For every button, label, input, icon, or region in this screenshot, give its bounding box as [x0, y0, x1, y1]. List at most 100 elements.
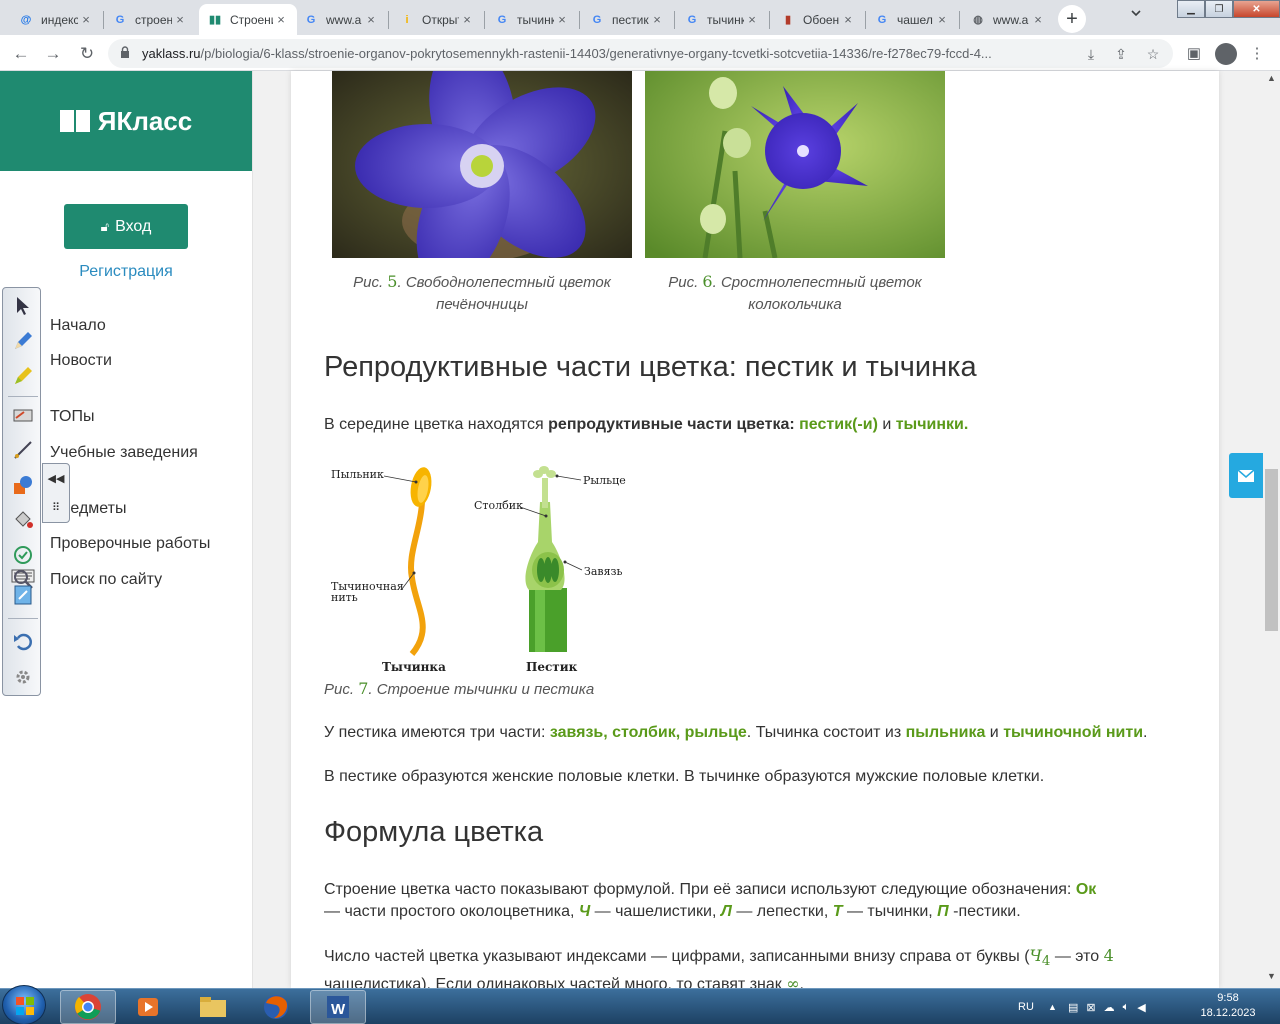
- taskbar-firefox[interactable]: [248, 990, 304, 1024]
- maximize-button[interactable]: ❐: [1205, 0, 1233, 18]
- close-tab-icon[interactable]: ×: [840, 12, 856, 27]
- close-tab-icon[interactable]: ×: [172, 12, 188, 27]
- tab-search-icon[interactable]: [1129, 6, 1147, 24]
- label-pistil: Пестик: [526, 660, 578, 674]
- palette-collapse-tab[interactable]: ◀◀ ⠿: [42, 463, 70, 523]
- close-tab-icon[interactable]: ×: [554, 12, 570, 27]
- tab-0[interactable]: @ индекс ×: [10, 4, 102, 35]
- sidebar-item-start[interactable]: Начало: [50, 317, 106, 335]
- taskbar-explorer[interactable]: [185, 990, 241, 1024]
- tab-8[interactable]: ▮ Обоен ×: [772, 4, 864, 35]
- notes-icon[interactable]: [10, 582, 36, 608]
- volume-icon[interactable]: ◀︎: [1137, 1001, 1145, 1014]
- liverwort-flower-photo: [332, 71, 632, 258]
- svg-text:W: W: [331, 1001, 346, 1018]
- taskbar-chrome[interactable]: [60, 990, 116, 1024]
- tab-title: индекс: [41, 12, 78, 27]
- tab-7[interactable]: Gтычинк ×: [676, 4, 768, 35]
- close-tab-icon[interactable]: ×: [649, 12, 665, 27]
- page-scrollbar[interactable]: ▲ ▼: [1263, 71, 1280, 988]
- minimize-button[interactable]: ▁: [1177, 0, 1205, 18]
- security-icon[interactable]: ⊠: [1086, 1001, 1095, 1014]
- tab-3[interactable]: Gwww.a ×: [295, 4, 387, 35]
- close-tab-icon[interactable]: ×: [1030, 12, 1046, 27]
- figure-7-caption: Рис. 7. Строение тычинки и пестика: [324, 679, 595, 698]
- sidebar-item-search[interactable]: Поиск по сайту: [50, 571, 162, 589]
- fill-icon[interactable]: [10, 507, 36, 533]
- scroll-thumb[interactable]: [1265, 469, 1278, 631]
- annotation-palette: [2, 287, 41, 696]
- start-button[interactable]: [2, 985, 46, 1024]
- address-bar[interactable]: yaklass.ru/p/biologia/6-klass/stroenie-o…: [108, 39, 1173, 68]
- chrome-icon: [75, 994, 101, 1020]
- sync-icon[interactable]: ☁: [1104, 1001, 1115, 1014]
- sidebar-item-news[interactable]: Новости: [50, 352, 112, 370]
- login-button[interactable]: 🔓︎ Вход: [64, 204, 188, 249]
- sidebar-item-schools[interactable]: Учебные заведения: [50, 444, 198, 462]
- back-button[interactable]: ←: [10, 43, 32, 65]
- label-style: Столбик: [474, 499, 523, 512]
- register-link[interactable]: Регистрация: [0, 263, 252, 281]
- bookmark-star-icon[interactable]: ☆: [1143, 44, 1163, 64]
- taskbar-media-player[interactable]: [120, 990, 176, 1024]
- close-tab-icon[interactable]: ×: [78, 12, 94, 27]
- label-filament-2: нить: [331, 591, 358, 604]
- tray-expand-icon[interactable]: ▲: [1048, 989, 1057, 1024]
- close-window-button[interactable]: ✕: [1233, 0, 1280, 18]
- tab-5[interactable]: Gтычинк ×: [486, 4, 578, 35]
- close-tab-icon[interactable]: ×: [934, 12, 950, 27]
- network-icon[interactable]: ▤: [1068, 1001, 1078, 1014]
- shapes-icon[interactable]: [10, 472, 36, 498]
- tab-2[interactable]: ▮▮ Строение×: [199, 4, 297, 35]
- label-stigma: Рыльце: [583, 474, 626, 487]
- pen-icon[interactable]: [10, 328, 36, 354]
- profile-avatar[interactable]: [1215, 43, 1237, 65]
- pointer-icon[interactable]: [10, 293, 36, 319]
- yaklass-logo[interactable]: ЯКласс: [0, 71, 252, 171]
- side-panel-icon[interactable]: ▣: [1183, 42, 1205, 64]
- sidebar-item-tests[interactable]: Проверочные работы: [50, 535, 210, 553]
- tab-10[interactable]: ◍ www.a ×: [962, 4, 1054, 35]
- settings-icon[interactable]: [10, 664, 36, 690]
- windows-taskbar: W RU ▲ ▤ ⊠ ☁ 🔈︎ ◀︎ 9:58 18.12.2023: [0, 985, 1280, 1024]
- new-tab-button[interactable]: +: [1058, 5, 1086, 33]
- close-tab-icon[interactable]: ×: [459, 12, 475, 27]
- feedback-mail-button[interactable]: [1229, 453, 1263, 498]
- share-icon[interactable]: ⇪: [1111, 44, 1131, 64]
- highlighter-icon[interactable]: [10, 363, 36, 389]
- google-icon: G: [497, 13, 507, 26]
- scroll-down-icon[interactable]: ▼: [1263, 971, 1280, 985]
- scroll-up-icon[interactable]: ▲: [1263, 73, 1280, 87]
- taskbar-word[interactable]: W: [310, 990, 366, 1024]
- lock-icon: [121, 46, 129, 58]
- tab-title: www.a: [326, 12, 362, 27]
- menu-icon[interactable]: ⋮: [1246, 42, 1268, 64]
- firefox-icon: [264, 995, 288, 1019]
- tab-4[interactable]: i Открыт ×: [391, 4, 483, 35]
- reload-button[interactable]: ↻: [76, 43, 98, 65]
- line-tool-icon[interactable]: [10, 437, 36, 463]
- close-tab-icon[interactable]: ×: [744, 12, 760, 27]
- tab-title: Открыт: [422, 12, 459, 27]
- tab-1[interactable]: Gстроение×: [104, 4, 196, 35]
- tab-separator: [769, 11, 770, 29]
- install-icon[interactable]: ⤓: [1081, 44, 1101, 64]
- undo-icon[interactable]: [10, 628, 36, 654]
- speaker-icon[interactable]: 🔈︎: [1123, 1001, 1130, 1014]
- language-indicator[interactable]: RU: [1018, 989, 1034, 1024]
- stamen-pistil-diagram: Пыльник Тычиночная нить Тычинка Рыльце С…: [324, 458, 634, 678]
- tab-title: чашел: [897, 12, 933, 27]
- tab-6[interactable]: Gпестик ×: [581, 4, 673, 35]
- label-stamen: Тычинка: [382, 660, 446, 674]
- paragraph-germ-cells: В пестике образуются женские половые кле…: [324, 768, 1045, 785]
- eraser-icon[interactable]: [10, 402, 36, 428]
- close-tab-icon[interactable]: ×: [363, 12, 379, 27]
- tab-title: строение: [135, 12, 172, 27]
- tab-separator: [388, 11, 389, 29]
- forward-button[interactable]: →: [42, 43, 64, 65]
- close-tab-icon[interactable]: ×: [273, 12, 289, 27]
- tab-9[interactable]: Gчашел ×: [866, 4, 958, 35]
- sidebar-item-tops[interactable]: ТОПы: [50, 408, 95, 426]
- system-clock[interactable]: 9:58 18.12.2023: [1190, 991, 1266, 1021]
- tray-icons: ▤ ⊠ ☁ 🔈︎ ◀︎: [1068, 989, 1146, 1024]
